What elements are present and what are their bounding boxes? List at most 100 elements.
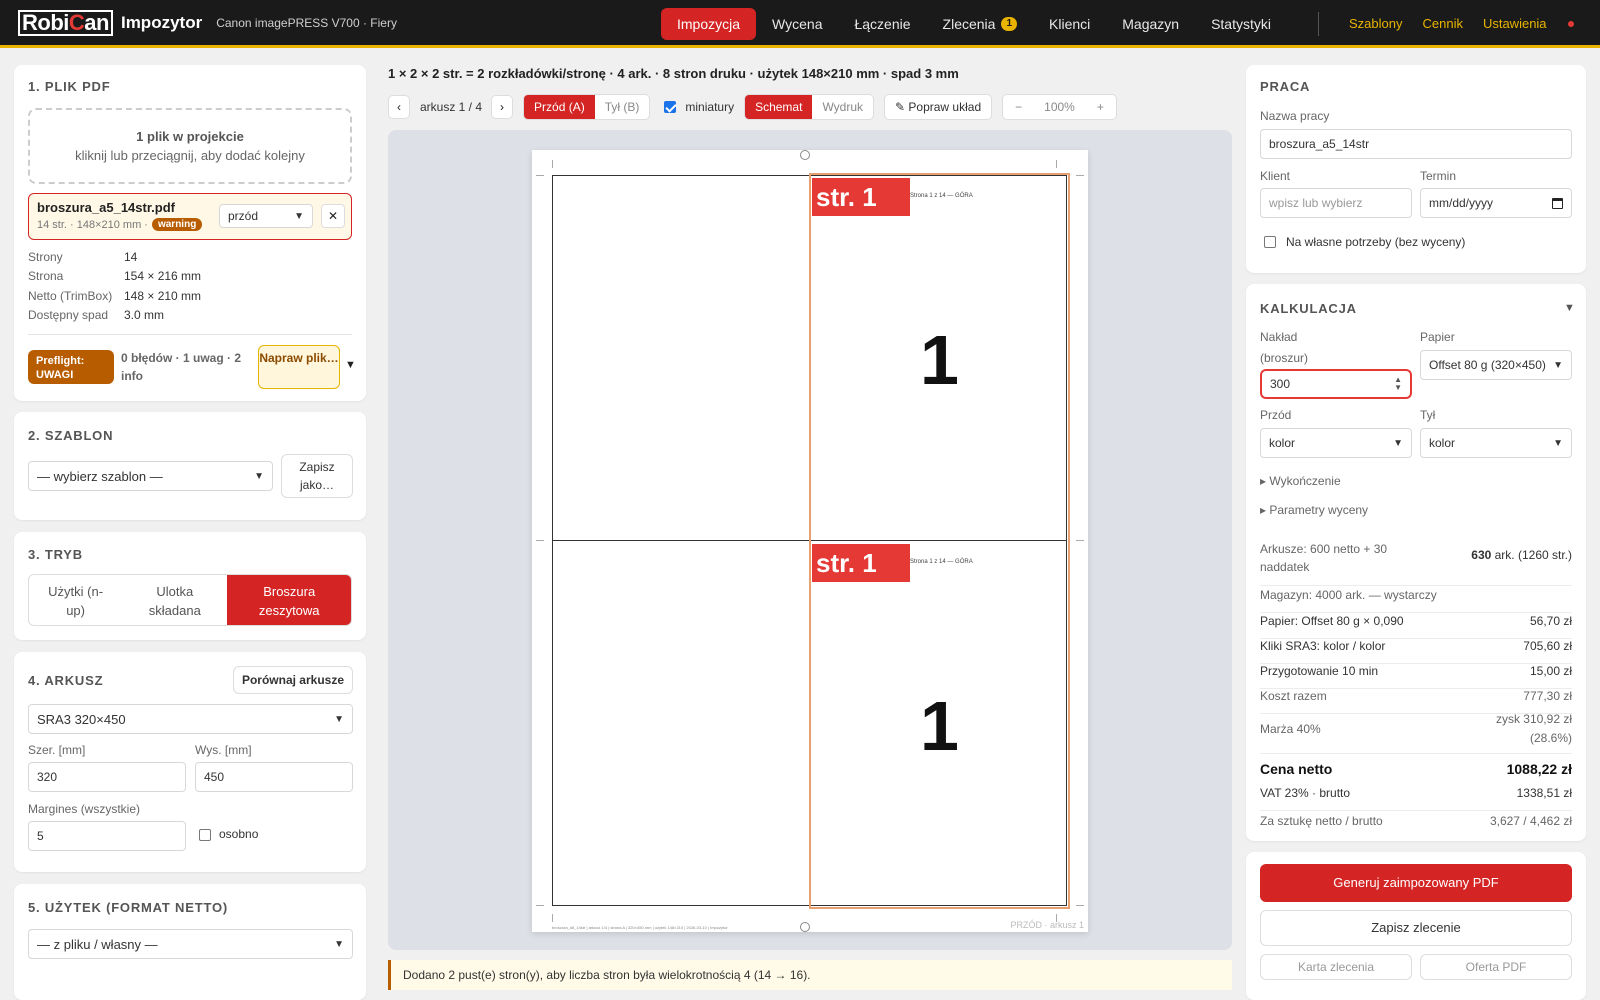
- nav-impozycja[interactable]: Impozycja: [661, 8, 757, 40]
- nav-magazyn[interactable]: Magazyn: [1106, 8, 1195, 40]
- own-use-checkbox[interactable]: [1264, 236, 1276, 248]
- margin-percent: (28.6%): [1529, 731, 1572, 745]
- cost-label: Kliki SRA3: kolor / kolor: [1260, 639, 1386, 653]
- zoom-control: − 100% +: [1002, 94, 1117, 120]
- page-slot-top-left: [552, 175, 810, 541]
- compare-sheets-button[interactable]: Porównaj arkusze: [233, 666, 353, 694]
- order-card-button[interactable]: Karta zlecenia: [1260, 954, 1412, 980]
- prop-trimbox: Netto (TrimBox) 148 × 210 mm: [28, 289, 201, 303]
- prop-value: 154 × 216 mm: [124, 269, 202, 283]
- zoom-in-button[interactable]: +: [1085, 100, 1116, 114]
- preview-canvas: str. 1 Strona 1 z 14 — GÓRA 1 str. 1 Str…: [388, 130, 1232, 950]
- mode-folded-leaflet[interactable]: Ulotka składana: [122, 575, 227, 625]
- back-color-select[interactable]: kolor ▼: [1420, 428, 1572, 458]
- sheet-width-input[interactable]: 320: [28, 762, 186, 792]
- nav-ustawienia[interactable]: Ustawienia: [1473, 8, 1557, 40]
- nav-zlecenia-label: Zlecenia: [942, 16, 996, 32]
- file-card: broszura_a5_14str.pdf 14 str. · 148×210 …: [28, 193, 352, 240]
- cost-row: Kliki SRA3: kolor / kolor 705,60 zł: [1260, 639, 1572, 664]
- cost-row: Papier: Offset 80 g × 0,090 56,70 zł: [1260, 614, 1572, 639]
- client-input[interactable]: wpisz lub wybierz: [1260, 188, 1412, 218]
- crop-mark: [552, 160, 553, 168]
- main-nav: Impozycja Wycena Łączenie Zlecenia 1 Klie…: [661, 8, 1287, 40]
- separate-margins-label: osobno: [219, 827, 259, 841]
- remove-file-button[interactable]: ✕: [321, 204, 345, 228]
- chevron-down-icon: ▼: [1393, 437, 1403, 449]
- next-sheet-button[interactable]: ›: [491, 95, 514, 119]
- logo[interactable]: RobiCan Impozytor: [18, 9, 202, 36]
- page-caption: Strona 1 z 14 — GÓRA: [910, 193, 973, 199]
- margin-input[interactable]: 5: [28, 821, 186, 851]
- finishing-toggle[interactable]: ▸ Wykończenie: [1260, 474, 1341, 488]
- paper-value: Offset 80 g (320×450): [1429, 358, 1546, 372]
- pdf-file-panel: 1. PLIK PDF 1 plik w projekcie kliknij l…: [14, 65, 366, 401]
- crop-mark: [1076, 540, 1084, 541]
- chevron-down-icon: ▼: [334, 713, 344, 725]
- quantity-input[interactable]: 300 ▲ ▼: [1260, 369, 1412, 399]
- file-name: broszura_a5_14str.pdf: [37, 200, 176, 215]
- mode-nup[interactable]: Użytki (n-up): [29, 575, 122, 625]
- file-side-select[interactable]: przód ▼: [219, 204, 313, 228]
- view-print-tab[interactable]: Wydruk: [812, 95, 873, 119]
- front-color-select[interactable]: kolor ▼: [1260, 428, 1412, 458]
- prop-page-size: Strona 154 × 216 mm: [28, 269, 201, 283]
- chevron-down-icon: ▼: [1553, 437, 1563, 449]
- nav-zlecenia[interactable]: Zlecenia 1: [927, 8, 1033, 40]
- nav-szablony[interactable]: Szablony: [1339, 8, 1412, 40]
- crop-mark: [1056, 160, 1057, 168]
- back-color-value: kolor: [1429, 436, 1456, 450]
- fix-file-button[interactable]: Napraw plik…: [258, 345, 340, 389]
- sheet-footer-label: PRZÓD · arkusz 1: [1010, 920, 1084, 930]
- prop-bleed: Dostępny spad 3.0 mm: [28, 308, 164, 322]
- side-front-tab[interactable]: Przód (A): [524, 95, 595, 119]
- sheet-format-select[interactable]: SRA3 320×450 ▼: [28, 704, 353, 734]
- usage-format-value: — z pliku / własny —: [37, 936, 158, 952]
- template-select[interactable]: — wybierz szablon — ▼: [28, 461, 273, 491]
- pdf-dropzone[interactable]: 1 plik w projekcie kliknij lub przeciągn…: [28, 108, 352, 184]
- divider: [28, 334, 352, 335]
- panel-title: KALKULACJA: [1260, 301, 1357, 316]
- save-order-button[interactable]: Zapisz zlecenie: [1260, 910, 1572, 946]
- offer-pdf-button[interactable]: Oferta PDF: [1420, 954, 1572, 980]
- separate-margins-checkbox[interactable]: [199, 829, 211, 841]
- nav-cennik[interactable]: Cennik: [1412, 8, 1472, 40]
- pricing-params-toggle[interactable]: ▸ Parametry wyceny: [1260, 503, 1368, 517]
- nav-statystyki[interactable]: Statystyki: [1195, 8, 1287, 40]
- paper-select[interactable]: Offset 80 g (320×450) ▼: [1420, 350, 1572, 380]
- prop-key: Strona: [28, 269, 64, 283]
- nav-klienci[interactable]: Klienci: [1033, 8, 1106, 40]
- view-schema-tab[interactable]: Schemat: [745, 95, 813, 119]
- logo-mark: RobiCan: [18, 9, 113, 36]
- fix-layout-button[interactable]: ✎ Popraw układ: [884, 94, 993, 120]
- sheet-format-value: SRA3 320×450: [37, 711, 126, 727]
- generate-pdf-button[interactable]: Generuj zaimpozowany PDF: [1260, 864, 1572, 902]
- zoom-out-button[interactable]: −: [1003, 100, 1034, 114]
- unit-price-row: Za sztukę netto / brutto 3,627 / 4,462 zł: [1260, 814, 1572, 834]
- save-template-button[interactable]: Zapisz jako…: [281, 454, 353, 498]
- mode-switch: Użytki (n-up) Ulotka składana Broszura z…: [28, 574, 352, 626]
- chevron-down-icon: ▼: [334, 938, 344, 950]
- preflight-expand-icon[interactable]: ▼: [345, 359, 356, 371]
- usage-format-select[interactable]: — z pliku / własny — ▼: [28, 929, 353, 959]
- sheets-label: Arkusze: 600 netto + 30 naddatek: [1260, 542, 1388, 574]
- side-back-tab[interactable]: Tył (B): [595, 95, 650, 119]
- panel-title: 3. TRYB: [28, 547, 83, 562]
- job-name-input[interactable]: broszura_a5_14str: [1260, 129, 1572, 159]
- template-select-value: — wybierz szablon —: [37, 468, 163, 484]
- preview-toolbar: ‹ arkusz 1 / 4 › Przód (A) Tył (B) minia…: [388, 94, 1117, 120]
- top-bar: RobiCan Impozytor Canon imagePRESS V700 …: [0, 0, 1600, 48]
- cost-value: 15,00 zł: [1529, 664, 1572, 678]
- prev-sheet-button[interactable]: ‹: [388, 95, 410, 119]
- job-panel: PRACA Nazwa pracy broszura_a5_14str Klie…: [1246, 65, 1586, 273]
- sheets-total: 630: [1471, 548, 1492, 562]
- thumbnails-checkbox[interactable]: [664, 101, 677, 113]
- bleed-highlight: [809, 173, 1070, 909]
- panel-title: 5. UŻYTEK (FORMAT NETTO): [28, 900, 228, 915]
- nav-laczenie[interactable]: Łączenie: [838, 8, 926, 40]
- usage-panel: 5. UŻYTEK (FORMAT NETTO) — z pliku / wła…: [14, 884, 366, 1000]
- due-date-input[interactable]: mm/dd/yyyy: [1420, 188, 1572, 218]
- nav-wycena[interactable]: Wycena: [756, 8, 838, 40]
- collapse-icon[interactable]: ▼: [1564, 302, 1575, 314]
- sheet-height-input[interactable]: 450: [195, 762, 353, 792]
- mode-saddle-stitch[interactable]: Broszura zeszytowa: [227, 575, 351, 625]
